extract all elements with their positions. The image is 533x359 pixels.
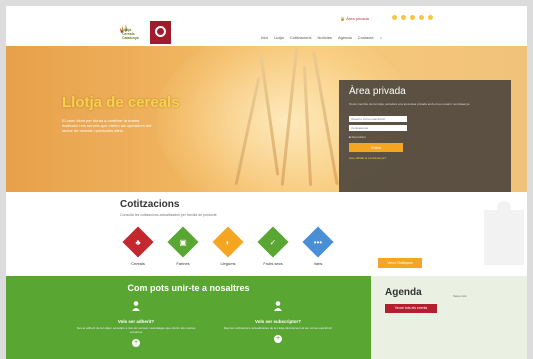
category-diamond: •••: [302, 226, 334, 258]
join-subscriber-text: Rep les cotitzacions actualitzades de la…: [223, 326, 333, 330]
category-various[interactable]: ••• Varis: [302, 226, 334, 266]
category-diamond: ♣: [122, 226, 154, 258]
username-field[interactable]: [349, 116, 407, 122]
social-icons: [392, 15, 433, 20]
partner-logo[interactable]: [150, 21, 171, 44]
join-member-button[interactable]: +: [132, 339, 140, 347]
quotations-section: Cotitzacions Consulta les cotitzacions a…: [6, 192, 527, 276]
category-list: ♣ Cereals ▣ Farines ◐ Llegums ✓ Fruits s…: [122, 226, 334, 266]
private-area-top-link[interactable]: 🔒 Àrea privada: [340, 16, 369, 21]
linkedin-icon[interactable]: [410, 15, 415, 20]
private-area-top-link-label: Àrea privada: [346, 16, 369, 21]
dots-icon: •••: [313, 237, 323, 247]
facebook-icon[interactable]: [392, 15, 397, 20]
logo-text-line-3: Catalunya: [122, 36, 139, 40]
search-icon[interactable]: ○: [380, 35, 382, 40]
person-icon: [132, 301, 140, 311]
category-diamond: ◐: [212, 226, 244, 258]
page: Llotja Cereals Catalunya 🔒 Àrea privada …: [6, 6, 527, 359]
join-subscriber-title: Vols ser subscriptor?: [255, 319, 301, 324]
hero-banner: Llotja de cereals El camí idoni per dona…: [6, 46, 527, 192]
login-button[interactable]: Entra: [349, 143, 403, 152]
twitter-icon[interactable]: [401, 15, 406, 20]
quotations-subtitle: Consulta les cotitzacions actualitzades …: [120, 213, 217, 217]
category-label: Cereals: [131, 261, 145, 266]
nav-item-quotations[interactable]: Cotitzacions: [290, 35, 312, 40]
join-member-text: Fes-te adherit de la Llotja i accedeix a…: [76, 326, 196, 334]
join-member-title: Vols ser adherit?: [117, 319, 155, 324]
flour-bag-icon: ▣: [179, 237, 187, 247]
join-member-column: Vols ser adherit? Fes-te adherit de la L…: [76, 298, 196, 347]
category-label: Varis: [313, 261, 323, 266]
person-icon: [274, 301, 282, 311]
remember-me[interactable]: ■ Recorda'm: [349, 135, 366, 139]
category-legumes[interactable]: ◐ Llegums: [212, 226, 244, 266]
youtube-icon[interactable]: [419, 15, 424, 20]
forgot-password-link[interactable]: Has oblidat la contrasenya?: [349, 156, 386, 160]
hero-title: Llotja de cereals: [62, 94, 180, 111]
join-title: Com pots unir-te a nosaltres: [127, 283, 250, 293]
lock-icon: 🔒: [340, 16, 345, 21]
category-diamond: ✓: [257, 226, 289, 258]
logo-text: Llotja Cereals Catalunya: [122, 28, 139, 40]
agenda-view-all-link[interactable]: Veure tots: [453, 294, 467, 298]
legume-icon: ◐: [225, 237, 231, 247]
private-area-title: Àrea privada: [349, 86, 406, 97]
nav-item-news[interactable]: Notícies: [317, 35, 331, 40]
email-icon[interactable]: [428, 15, 433, 20]
category-label: Fruits secs: [263, 261, 283, 266]
category-label: Farines: [176, 261, 190, 266]
private-area-panel: Àrea privada Si ets membre de la Llotja,…: [339, 80, 511, 192]
password-field[interactable]: [349, 125, 407, 131]
coat-of-arms-watermark: [484, 201, 524, 265]
hero-description: El camí idoni per donar a conèixer la no…: [62, 118, 152, 133]
wheat-icon: ♣: [135, 237, 141, 247]
nav-item-contact[interactable]: Contacte: [358, 35, 374, 40]
agenda-events-button[interactable]: Veure tots els events: [385, 304, 437, 313]
join-section: Com pots unir-te a nosaltres Vols ser ad…: [6, 276, 371, 359]
site-header: Llotja Cereals Catalunya 🔒 Àrea privada …: [6, 6, 527, 46]
private-area-description: Si ets membre de la Llotja, accedeix a l…: [349, 102, 470, 106]
nut-icon: ✓: [269, 237, 277, 247]
agenda-section: Agenda Veure tots Veure tots els events: [371, 276, 527, 359]
nav-item-llotja[interactable]: Llotja: [274, 35, 284, 40]
checkbox-icon[interactable]: ■: [349, 135, 351, 139]
agenda-title: Agenda: [385, 287, 422, 298]
view-graphs-button[interactable]: Veure Gràfiques: [378, 258, 422, 268]
join-subscriber-column: Vols ser subscriptor? Rep les cotitzacio…: [218, 298, 338, 343]
quotations-title: Cotitzacions: [120, 199, 180, 210]
category-label: Llegums: [220, 261, 236, 266]
nav-item-agenda[interactable]: Agenda: [338, 35, 352, 40]
remember-me-label: Recorda'm: [351, 135, 367, 139]
nav-item-home[interactable]: Inici: [261, 35, 268, 40]
category-cereals[interactable]: ♣ Cereals: [122, 226, 154, 266]
join-subscriber-button[interactable]: +: [274, 335, 282, 343]
category-nuts[interactable]: ✓ Fruits secs: [257, 226, 289, 266]
main-nav: Inici Llotja Cotitzacions Notícies Agend…: [261, 35, 382, 40]
category-flours[interactable]: ▣ Farines: [167, 226, 199, 266]
category-diamond: ▣: [167, 226, 199, 258]
